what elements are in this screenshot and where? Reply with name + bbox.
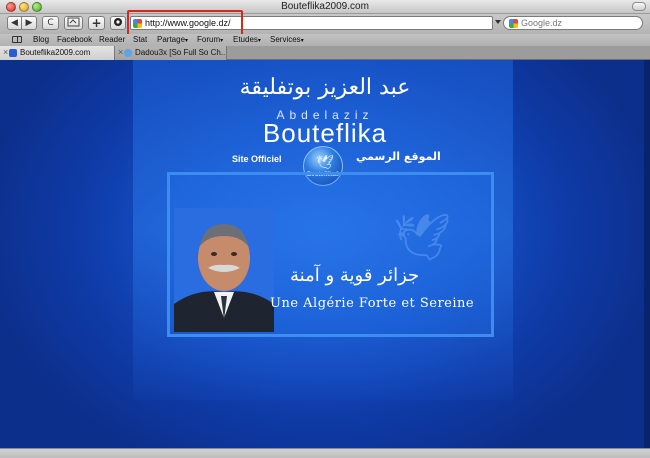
chevron-down-icon: ▾ xyxy=(300,38,304,44)
bookmark-forum-label: Forum xyxy=(197,35,221,44)
tab-label: Dadou3x [So Full So Ch... xyxy=(135,48,227,57)
vertical-scrollbar[interactable] xyxy=(644,60,650,448)
portrait-photo xyxy=(174,208,274,332)
dove-icon: 🕊 xyxy=(316,154,334,170)
chevron-down-icon: ▾ xyxy=(257,38,261,44)
forward-button[interactable]: ▶ xyxy=(22,16,37,30)
site-favicon-icon xyxy=(9,49,17,57)
plus-icon: + xyxy=(91,16,102,30)
web-page: عبد العزيز بوتفليقة Abdelaziz Bouteflika… xyxy=(0,60,650,448)
tab-dadou3x[interactable]: × Dadou3x [So Full So Ch... xyxy=(115,46,227,60)
bookmark-stat[interactable]: Stat xyxy=(133,34,147,45)
window-titlebar: Bouteflika2009.com xyxy=(0,0,650,14)
site-favicon-icon xyxy=(124,49,132,57)
bookmark-reader[interactable]: Reader xyxy=(99,34,125,45)
report-bug-button[interactable] xyxy=(110,16,126,30)
bug-icon xyxy=(114,18,122,26)
site-officiel-link[interactable]: Site Officiel xyxy=(232,154,282,164)
bookmark-blog[interactable]: Blog xyxy=(33,34,49,45)
close-tab-icon[interactable]: × xyxy=(118,46,123,59)
add-bookmark-button[interactable]: + xyxy=(88,16,105,30)
bookmark-etudes-label: Etudes xyxy=(233,35,258,44)
site-arabic-link[interactable]: الموقع الرسمي xyxy=(356,150,441,163)
slogan-french: Une Algérie Forte et Sereine xyxy=(270,296,475,311)
search-engine-icon xyxy=(509,19,518,28)
window-title: Bouteflika2009.com xyxy=(281,1,369,12)
name-last: Bouteflika xyxy=(262,118,388,148)
bookmark-services-label: Services xyxy=(270,35,301,44)
chevron-down-icon: ▾ xyxy=(185,38,189,44)
address-dropdown-icon[interactable] xyxy=(495,20,501,24)
reload-icon: C xyxy=(47,18,54,28)
reload-button[interactable]: C xyxy=(42,16,59,30)
bookmark-partage-label: Partage xyxy=(157,35,186,44)
search-placeholder: Google.dz xyxy=(521,18,563,28)
bookmarks-bar: Blog Facebook Reader Stat Partage▾ Forum… xyxy=(0,34,650,46)
slogan-arabic: جزائر قوية و آمنة xyxy=(290,265,420,286)
chevron-down-icon: ▾ xyxy=(220,38,224,44)
name-arabic: عبد العزيز بوتفليقة xyxy=(239,75,411,100)
close-tab-icon[interactable]: × xyxy=(3,46,8,59)
book-icon[interactable] xyxy=(12,36,22,43)
toolbar-toggle-button[interactable] xyxy=(632,2,646,11)
url-highlight-box xyxy=(127,10,243,36)
snapback-icon xyxy=(67,17,80,27)
tab-bar: × Bouteflika2009.com × Dadou3x [So Full … xyxy=(0,46,650,60)
snapback-button[interactable] xyxy=(64,16,83,30)
tab-label: Bouteflika2009.com xyxy=(20,48,91,57)
browser-toolbar: ◀ ▶ C + http://www.google.dz/ Google.dz xyxy=(0,14,650,34)
back-button[interactable]: ◀ xyxy=(7,16,22,30)
dove-watermark-icon: 🕊 xyxy=(393,211,452,263)
bookmark-facebook[interactable]: Facebook xyxy=(57,34,92,45)
tab-bouteflika[interactable]: × Bouteflika2009.com xyxy=(0,46,115,60)
search-field[interactable]: Google.dz xyxy=(503,16,643,30)
status-bar xyxy=(0,448,650,458)
